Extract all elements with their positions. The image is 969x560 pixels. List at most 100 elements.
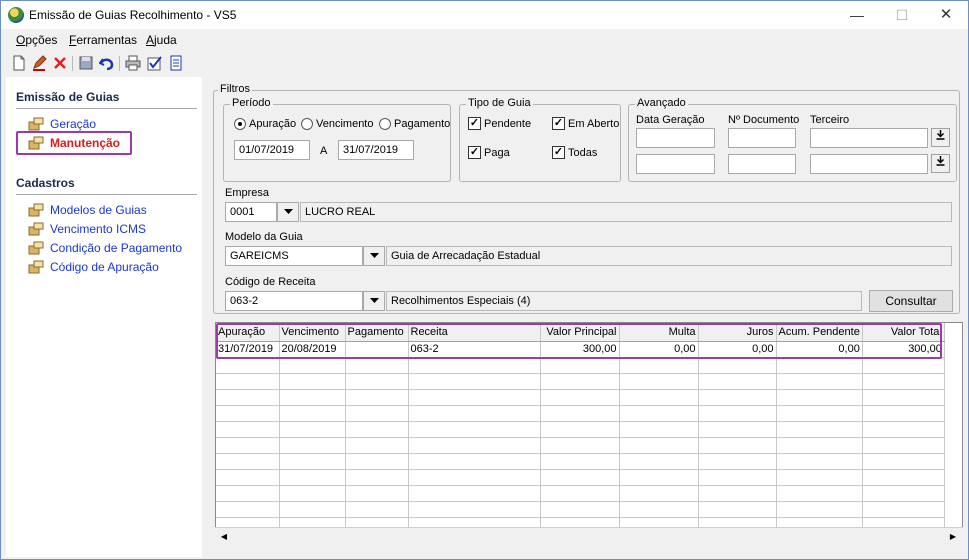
terceiro-input-1[interactable] [810,128,928,148]
nav-item-label: Vencimento ICMS [50,222,147,236]
empty-cell [345,405,409,422]
toolbar [1,51,968,75]
empresa-code-input[interactable]: 0001 [225,202,277,222]
terceiro-input-2[interactable] [810,154,928,174]
app-icon [8,7,24,23]
check-paga[interactable]: ✓ [468,146,481,159]
empty-table-row [216,357,945,374]
menu-ferramentas[interactable]: Ferramentas [69,33,137,47]
receita-code-input[interactable]: 063-2 [225,291,363,311]
data-geracao-label: Data Geração [636,114,705,126]
empty-cell [619,357,699,374]
empty-cell [345,421,409,438]
highlight-box [16,131,132,155]
empty-table-row [216,453,945,470]
highlight-box [216,323,942,359]
date-to-input[interactable]: 31/07/2019 [338,140,414,160]
date-from-input[interactable]: 01/07/2019 [234,140,310,160]
print-icon[interactable] [125,55,141,71]
empty-cell [540,405,620,422]
close-button[interactable]: ✕ [923,1,969,29]
empty-cell [619,373,699,390]
n-documento-input-2[interactable] [728,154,796,174]
empty-cell [862,405,945,422]
empty-cell [345,437,409,454]
download-arrow-icon [936,130,945,140]
empty-cell [698,485,777,502]
tipo-guia-group: Tipo de Guia ✓ Pendente ✓ Em Aberto ✓ Pa… [459,97,621,182]
modelo-name-field: Guia de Arrecadação Estadual [386,246,952,266]
avancado-title: Avançado [635,97,688,109]
consultar-button[interactable]: Consultar [869,290,953,312]
empty-cell [698,453,777,470]
check-icon[interactable] [147,55,163,71]
empty-cell [776,421,863,438]
empty-cell [776,501,863,518]
empty-table-row [216,405,945,422]
check-pendente-label: Pendente [484,118,532,130]
empty-cell [619,469,699,486]
terceiro-lookup-button-1[interactable] [931,128,950,147]
consultar-label: Consultar [885,294,937,308]
radio-apuracao-label: Apuração [249,118,297,130]
n-documento-input-1[interactable] [728,128,796,148]
radio-vencimento[interactable] [301,118,313,130]
dropdown-arrow-icon [369,298,379,303]
receita-dropdown-button[interactable] [363,291,385,311]
n-documento-label: Nº Documento [728,114,800,126]
menu-opcoes[interactable]: Opções [16,33,57,47]
radio-pagamento[interactable] [379,118,391,130]
download-arrow-icon [936,156,945,166]
empty-cell [216,453,280,470]
undo-icon[interactable] [98,55,115,71]
empty-cell [408,373,541,390]
empresa-label: Empresa [225,187,270,199]
horizontal-scrollbar[interactable]: ◀ ▶ [215,527,963,544]
nav-section-emissao: Emissão de Guias [16,90,120,104]
empty-cell [862,373,945,390]
empty-cell [408,469,541,486]
terceiro-lookup-button-2[interactable] [931,154,950,173]
menu-ajuda-rest: juda [154,33,177,47]
empresa-dropdown-button[interactable] [277,202,299,222]
empty-cell [345,373,409,390]
new-icon[interactable] [11,55,27,71]
check-todas[interactable]: ✓ [552,146,565,159]
data-geracao-input-2[interactable] [636,154,715,174]
empty-cell [345,453,409,470]
empty-cell [698,501,777,518]
report-icon[interactable] [168,55,184,71]
modelo-dropdown-button[interactable] [363,246,385,266]
maximize-button[interactable]: ☐ [879,1,925,29]
minimize-button[interactable]: — [834,1,880,29]
menu-ferramentas-rest: erramentas [76,33,138,47]
receita-name-field: Recolhimentos Especiais (4) [386,291,862,311]
edit-icon[interactable] [31,55,47,71]
radio-vencimento-label: Vencimento [316,118,374,130]
save-icon[interactable] [78,55,94,71]
periodo-group: Período Apuração Vencimento Pagamento 01… [223,97,451,182]
menu-ajuda[interactable]: Ajuda [146,33,177,47]
empty-cell [862,421,945,438]
radio-apuracao[interactable] [234,118,246,130]
empty-cell [698,405,777,422]
empty-cell [279,421,346,438]
modelo-code-input[interactable]: GAREICMS [225,246,363,266]
empty-cell [619,485,699,502]
delete-icon[interactable] [52,55,68,71]
nav-divider [16,194,197,195]
module-icon [28,260,44,274]
scroll-right-icon[interactable]: ▶ [946,530,960,543]
empty-cell [408,501,541,518]
empty-cell [540,453,620,470]
scroll-left-icon[interactable]: ◀ [217,530,231,543]
empty-cell [216,501,280,518]
check-pendente[interactable]: ✓ [468,117,481,130]
data-geracao-input-1[interactable] [636,128,715,148]
empty-cell [408,453,541,470]
empty-cell [345,357,409,374]
empty-cell [776,373,863,390]
empty-cell [619,453,699,470]
empty-table-row [216,373,945,390]
check-em-aberto[interactable]: ✓ [552,117,565,130]
